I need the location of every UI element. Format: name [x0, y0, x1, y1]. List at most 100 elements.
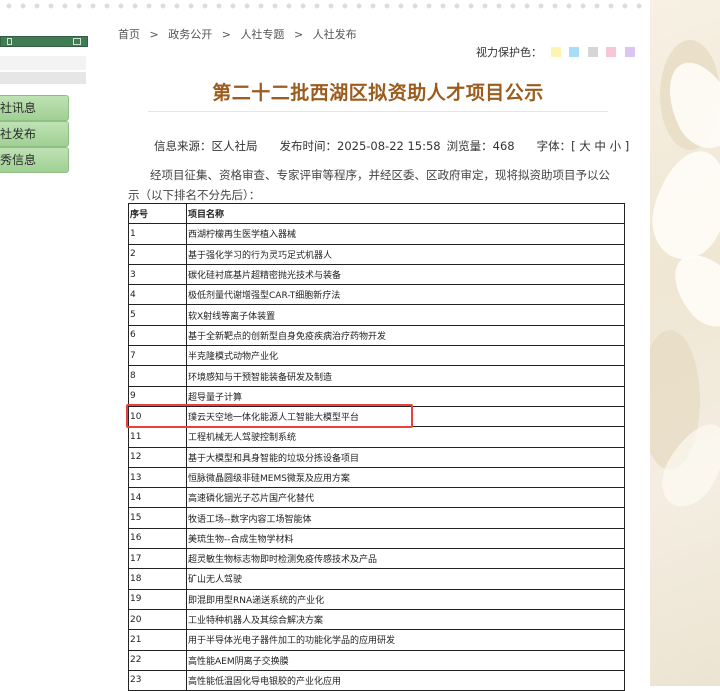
row-number: 22 — [128, 649, 187, 671]
row-number: 19 — [128, 588, 187, 610]
row-project-name: 基于全新靶点的创新型自身免疫疾病治疗药物开发 — [186, 324, 625, 347]
breadcrumb-current[interactable]: 人社发布 — [313, 28, 357, 41]
color-swatch-purple[interactable] — [624, 47, 635, 57]
row-project-name: 矿山无人驾驶 — [186, 568, 625, 590]
font-size-bracket: ] — [624, 139, 630, 153]
row-number: 15 — [128, 507, 187, 529]
table-row: 23 高性能低温固化导电银胶的产业化应用 — [128, 669, 625, 691]
intro-paragraph: 经项目征集、资格审查、专家评审等程序，并经区委、区政府审定，现将拟资助项目予以公… — [128, 168, 610, 202]
table-row: 20 工业特种机器人及其综合解决方案 — [128, 608, 625, 631]
color-swatch-gray[interactable] — [587, 47, 598, 57]
info-source: 信息来源：区人社局 — [154, 139, 258, 153]
title-divider — [148, 111, 608, 112]
decorative-flower-panel — [650, 0, 720, 686]
row-project-name: 碳化硅衬底基片超精密抛光技术与装备 — [186, 263, 625, 286]
table-row: 4 极低剂量代谢增强型CAR-T细胞新疗法 — [128, 284, 625, 306]
page-title: 第二十二批西湖区拟资助人才项目公示 — [212, 82, 544, 104]
table-row: 22 高性能AEM阴离子交换膜 — [128, 649, 625, 671]
color-swatch-pink[interactable] — [606, 47, 616, 57]
sidebar-search-box[interactable] — [0, 56, 86, 70]
breadcrumb-topic-link[interactable]: 人社专题 — [240, 28, 284, 41]
color-swatch-yellow[interactable] — [550, 47, 561, 57]
eye-protection-label: 视力保护色： — [476, 46, 542, 59]
row-number: 14 — [128, 487, 187, 509]
font-size-label: 字体：[ — [536, 139, 576, 153]
row-number: 1 — [128, 223, 187, 245]
row-project-name: 高性能AEM阴离子交换膜 — [186, 649, 625, 671]
publish-time: 发布时间：2025-08-22 15:58 — [279, 139, 441, 153]
row-number: 4 — [128, 284, 187, 306]
row-project-name: 超灵敏生物标志物即时检测免疫传感技术及产品 — [186, 548, 625, 570]
table-header-row: 序号 项目名称 — [128, 202, 625, 225]
left-sidebar: 社讯息 社发布 秀信息 — [0, 0, 100, 686]
row-project-name: 环境感知与干预智能装备研发及制造 — [186, 365, 625, 387]
row-project-name: 工业特种机器人及其综合解决方案 — [186, 608, 625, 631]
table-row: 7 半克隆模式动物产业化 — [128, 345, 625, 367]
table-row: 6 基于全新靶点的创新型自身免疫疾病治疗药物开发 — [128, 324, 625, 347]
row-number: 7 — [128, 345, 187, 367]
row-number: 11 — [128, 426, 187, 448]
breadcrumb: 首页 > 政务公开 > 人社专题 > 人社发布 — [118, 26, 363, 42]
breadcrumb-gov-link[interactable]: 政务公开 — [168, 28, 212, 41]
table-row: 12 基于大模型和具身智能的垃圾分拣设备项目 — [128, 446, 625, 468]
row-number: 13 — [128, 466, 187, 489]
eye-protection-bar: 视力保护色： — [476, 44, 635, 60]
row-project-name: 西湖柠檬再生医学植入器械 — [186, 223, 625, 245]
row-project-name: 基于强化学习的行为灵巧足式机器人 — [186, 243, 625, 265]
sidebar-item-label: 社发布 — [0, 127, 37, 141]
color-swatch-blue[interactable] — [569, 47, 579, 57]
header-project-name: 项目名称 — [186, 202, 625, 225]
table-row: 13 恒脉微晶圆级非硅MEMS微泵及应用方案 — [128, 466, 625, 489]
table-row: 11 工程机械无人驾驶控制系统 — [128, 426, 625, 448]
row-number: 16 — [128, 527, 187, 550]
sidebar-item-release[interactable]: 社发布 — [0, 121, 69, 147]
table-row: 14 高速磷化铟光子芯片国产化替代 — [128, 487, 625, 509]
row-number: 8 — [128, 365, 187, 387]
view-count: 浏览量：468 — [446, 139, 515, 153]
sidebar-header-bar — [0, 36, 88, 47]
table-row: 1 西湖柠檬再生医学植入器械 — [128, 223, 625, 245]
row-project-name: 半克隆模式动物产业化 — [186, 345, 625, 367]
sidebar-item-label: 社讯息 — [0, 101, 37, 115]
row-number: 5 — [128, 304, 187, 326]
breadcrumb-separator: > — [221, 28, 231, 41]
row-number: 6 — [128, 324, 187, 347]
table-row: 21 用于半导体光电子器件加工的功能化学品的应用研发 — [128, 629, 625, 651]
row-project-name: 牧语工场--数字内容工场智能体 — [186, 507, 625, 529]
breadcrumb-home-link[interactable]: 首页 — [118, 28, 140, 41]
table-row: 19 即混即用型RNA递送系统的产业化 — [128, 588, 625, 610]
header-number: 序号 — [128, 202, 187, 225]
breadcrumb-separator: > — [149, 28, 159, 41]
font-small-button[interactable]: 小 — [610, 139, 622, 153]
table-row: 3 碳化硅衬底基片超精密抛光技术与装备 — [128, 263, 625, 286]
row-number: 21 — [128, 629, 187, 651]
row-project-name: 高性能低温固化导电银胶的产业化应用 — [186, 669, 625, 691]
font-large-button[interactable]: 大 — [579, 139, 591, 153]
row-project-name: 软X射线等离子体装置 — [186, 304, 625, 326]
sidebar-item-info[interactable]: 秀信息 — [0, 147, 69, 173]
row-project-name: 基于大模型和具身智能的垃圾分拣设备项目 — [186, 446, 625, 468]
project-table: 序号 项目名称 1 西湖柠檬再生医学植入器械 2 基于强化学习的行为灵巧足式机器人 3 碳… — [128, 202, 625, 691]
row-project-name: 即混即用型RNA递送系统的产业化 — [186, 588, 625, 610]
row-number: 18 — [128, 568, 187, 590]
row-project-name: 极低剂量代谢增强型CAR-T细胞新疗法 — [186, 284, 625, 306]
sidebar-bar-left-mark — [7, 38, 12, 45]
sidebar-divider — [0, 72, 86, 84]
row-project-name: 高速磷化铟光子芯片国产化替代 — [186, 487, 625, 509]
table-row: 16 美琉生物--合成生物学材料 — [128, 527, 625, 550]
row-number: 12 — [128, 446, 187, 468]
table-row: 5 软X射线等离子体装置 — [128, 304, 625, 326]
article-meta: 信息来源：区人社局 发布时间：2025-08-22 15:58 浏览量：468 字体：… — [154, 138, 629, 154]
table-row: 8 环境感知与干预智能装备研发及制造 — [128, 365, 625, 387]
breadcrumb-separator: > — [293, 28, 304, 41]
table-row: 2 基于强化学习的行为灵巧足式机器人 — [128, 243, 625, 265]
table-row: 18 矿山无人驾驶 — [128, 568, 625, 590]
table-row: 17 超灵敏生物标志物即时检测免疫传感技术及产品 — [128, 548, 625, 570]
row-project-name: 恒脉微晶圆级非硅MEMS微泵及应用方案 — [186, 466, 625, 489]
row-number: 23 — [128, 669, 187, 691]
font-medium-button[interactable]: 中 — [594, 139, 606, 153]
table-row: 15 牧语工场--数字内容工场智能体 — [128, 507, 625, 529]
row-project-name: 工程机械无人驾驶控制系统 — [186, 426, 625, 448]
sidebar-item-news[interactable]: 社讯息 — [0, 95, 69, 121]
sidebar-bar-right-mark — [73, 38, 81, 45]
